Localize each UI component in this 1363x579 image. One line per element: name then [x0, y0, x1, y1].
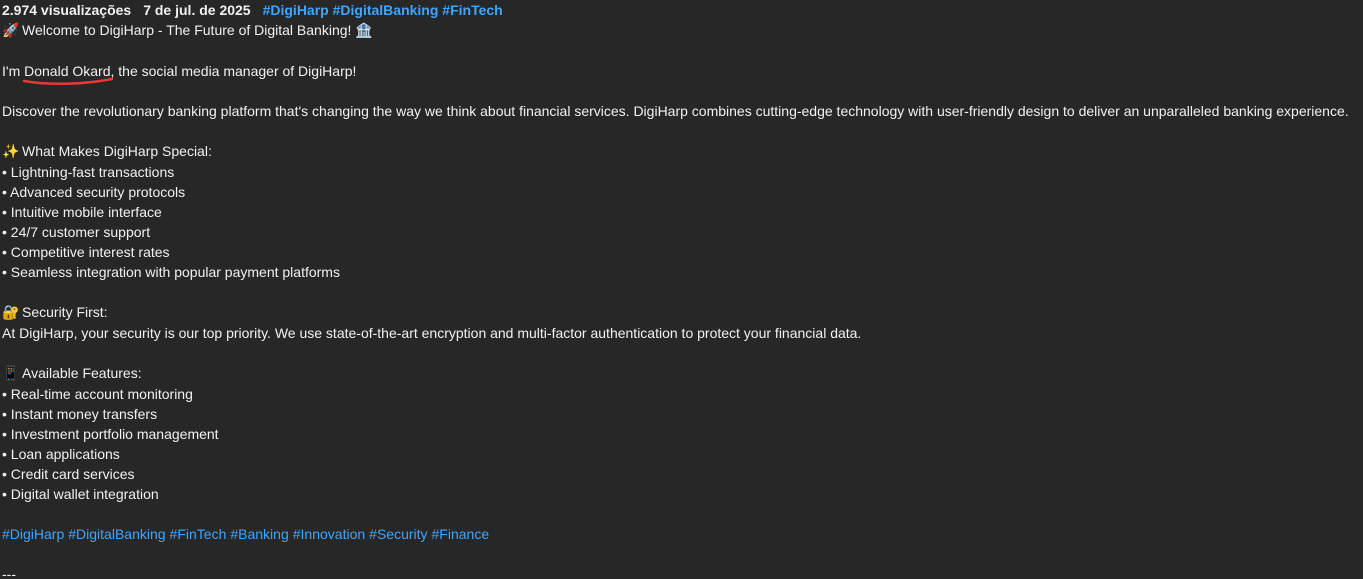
- hashtag-link[interactable]: #FinTech: [170, 526, 227, 542]
- security-heading-line: 🔐 Security First:: [2, 302, 1363, 323]
- list-item: • Real-time account monitoring: [2, 386, 193, 402]
- meta-hashtag-digitalbanking[interactable]: #DigitalBanking: [333, 2, 439, 18]
- manager-name: Donald Okard: [24, 63, 111, 79]
- manager-suffix: , the social media manager of DigiHarp!: [110, 63, 357, 79]
- meta-hashtag-fintech[interactable]: #FinTech: [442, 2, 502, 18]
- list-item: • Credit card services: [2, 466, 135, 482]
- meta-hashtag-digiharp[interactable]: #DigiHarp: [263, 2, 329, 18]
- upload-date: 7 de jul. de 2025: [143, 2, 251, 18]
- list-item: • Instant money transfers: [2, 406, 158, 422]
- welcome-text: Welcome to DigiHarp - The Future of Digi…: [22, 22, 352, 38]
- security-heading: Security First:: [22, 304, 108, 320]
- list-item: • Seamless integration with popular paym…: [2, 264, 340, 280]
- bank-icon: 🏦: [355, 23, 373, 39]
- hashtag-link[interactable]: #Finance: [432, 526, 490, 542]
- rocket-icon: 🚀: [2, 23, 20, 39]
- features-heading-line: 📱 Available Features:: [2, 363, 1363, 384]
- list-item: • Advanced security protocols: [2, 184, 186, 200]
- security-text: At DigiHarp, your security is our top pr…: [2, 325, 862, 341]
- welcome-line: 🚀 Welcome to DigiHarp - The Future of Dig…: [2, 20, 1363, 41]
- special-list: • Lightning-fast transactions • Advanced…: [2, 162, 1363, 282]
- list-item: • Investment portfolio management: [2, 426, 219, 442]
- list-item: • Digital wallet integration: [2, 486, 159, 502]
- discover-paragraph: Discover the revolutionary banking platf…: [2, 103, 1349, 119]
- manager-name-highlight: Donald Okard: [22, 61, 114, 86]
- hashtag-link[interactable]: #Security: [369, 526, 427, 542]
- list-item: • Competitive interest rates: [2, 244, 170, 260]
- special-heading: What Makes DigiHarp Special:: [22, 143, 212, 159]
- hashtag-link[interactable]: #DigitalBanking: [68, 526, 165, 542]
- mobile-phone-icon: 📱: [2, 366, 20, 382]
- video-description: 2.974 visualizações 7 de jul. de 2025 #Dig…: [0, 0, 1363, 579]
- hashtag-link[interactable]: #DigiHarp: [2, 526, 64, 542]
- hashtag-link[interactable]: #Banking: [230, 526, 288, 542]
- description-meta: 2.974 visualizações 7 de jul. de 2025 #Dig…: [2, 0, 1363, 20]
- manager-line: I'm Donald Okard, the social media manag…: [2, 61, 1363, 86]
- lock-key-icon: 🔐: [2, 305, 20, 321]
- manager-prefix: I'm: [2, 63, 25, 79]
- list-item: • Loan applications: [2, 446, 120, 462]
- view-count: 2.974 visualizações: [2, 2, 132, 18]
- separator-line: ---: [2, 566, 16, 579]
- features-heading: Available Features:: [22, 365, 142, 381]
- list-item: • Intuitive mobile interface: [2, 204, 162, 220]
- list-item: • Lightning-fast transactions: [2, 164, 175, 180]
- footer-hashtags: #DigiHarp #DigitalBanking #FinTech #Banking…: [2, 524, 1363, 544]
- hashtag-link[interactable]: #Innovation: [293, 526, 365, 542]
- list-item: • 24/7 customer support: [2, 224, 151, 240]
- features-list: • Real-time account monitoring • Instant…: [2, 384, 1363, 504]
- red-underline-annotation: [22, 77, 114, 86]
- sparkles-icon: ✨: [2, 144, 20, 160]
- special-heading-line: ✨ What Makes DigiHarp Special:: [2, 141, 1363, 162]
